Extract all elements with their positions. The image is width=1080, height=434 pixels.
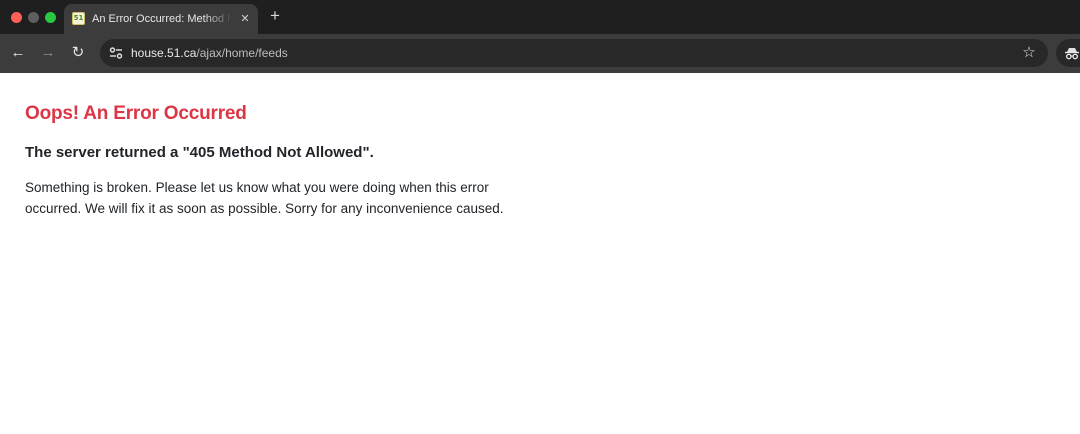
window-close-button[interactable] [11,12,22,23]
incognito-profile-button[interactable] [1056,39,1080,67]
tab-title: An Error Occurred: Method Not Allowed [92,13,232,25]
tab-active[interactable]: 51 An Error Occurred: Method Not Allowed… [64,4,258,34]
incognito-icon [1064,45,1080,61]
url-path: /ajax/home/feeds [196,46,288,60]
site-favicon-icon: 51 [72,12,85,25]
url-host: house.51.ca [131,46,197,60]
address-bar[interactable]: house.51.ca/ajax/home/feeds ☆ [100,39,1048,67]
url-text[interactable]: house.51.ca/ajax/home/feeds [131,46,288,62]
error-subtitle: The server returned a "405 Method Not Al… [25,144,374,161]
site-settings-icon[interactable] [108,45,124,61]
window-minimize-button[interactable] [28,12,39,23]
forward-button[interactable]: → [37,42,59,64]
window-maximize-button[interactable] [45,12,56,23]
back-button[interactable]: ← [7,42,29,64]
bookmark-star-icon[interactable]: ☆ [1019,43,1039,63]
reload-button[interactable]: ↻ [67,42,89,64]
error-title: Oops! An Error Occurred [25,103,247,124]
page-content: Oops! An Error Occurred The server retur… [0,73,1080,434]
tab-close-icon[interactable]: ✕ [238,12,252,26]
tab-strip: 51 An Error Occurred: Method Not Allowed… [0,0,1080,34]
error-description: Something is broken. Please let us know … [25,180,504,216]
browser-toolbar: ← → ↻ house.51.ca/ajax/home/feeds ☆ [0,34,1080,73]
new-tab-button[interactable]: + [266,7,284,25]
